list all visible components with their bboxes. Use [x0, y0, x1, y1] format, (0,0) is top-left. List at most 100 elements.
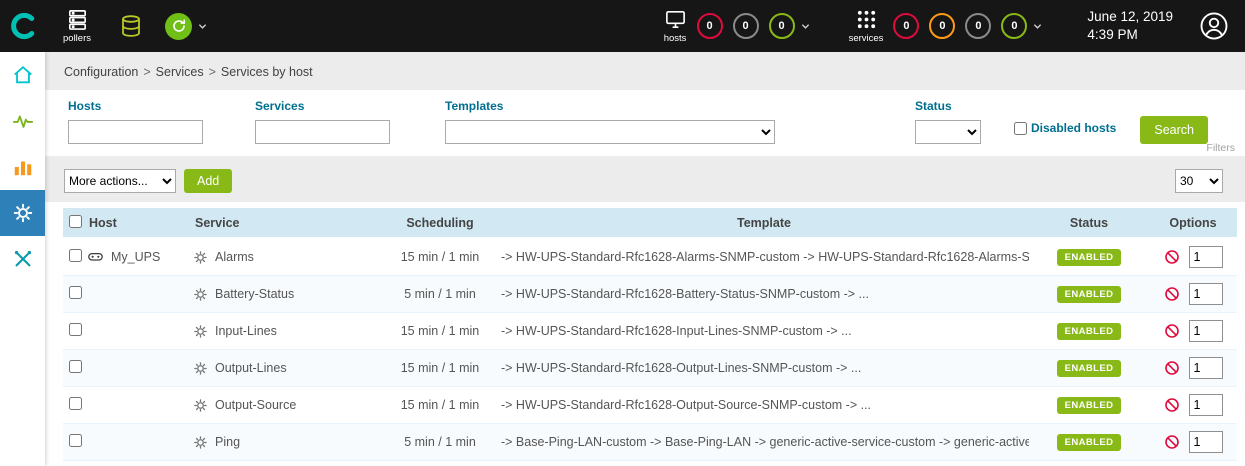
hosts-filter-input[interactable] — [68, 120, 203, 144]
scheduling-value: 15 min / 1 min — [381, 350, 499, 387]
pollers-menu[interactable]: pollers — [63, 8, 91, 44]
services-menu[interactable]: services — [849, 8, 884, 44]
header-template[interactable]: Template — [499, 208, 1029, 238]
hosts-chevron-down-icon[interactable] — [800, 21, 811, 32]
templates-filter-select[interactable] — [445, 120, 775, 144]
table-row: Output-Source 15 min / 1 min -> HW-UPS-S… — [63, 387, 1237, 424]
add-button[interactable]: Add — [184, 169, 232, 193]
row-checkbox[interactable] — [69, 249, 82, 262]
status-filter-select[interactable] — [915, 120, 981, 144]
hosts-unreachable-counter[interactable]: 0 — [733, 13, 759, 39]
template-chain: -> HW-UPS-Standard-Rfc1628-Output-Source… — [499, 387, 1029, 424]
disable-icon[interactable] — [1164, 286, 1180, 302]
hosts-unreachable-count: 0 — [743, 20, 749, 32]
gear-icon — [12, 202, 34, 224]
service-gear-icon — [193, 361, 208, 376]
table-header-row: Host Service Scheduling Template Status … — [63, 208, 1237, 238]
header-scheduling[interactable]: Scheduling — [381, 208, 499, 238]
search-button[interactable]: Search — [1140, 116, 1208, 144]
services-unknown-counter[interactable]: 0 — [965, 13, 991, 39]
disable-icon[interactable] — [1164, 397, 1180, 413]
disable-icon[interactable] — [1164, 434, 1180, 450]
disabled-hosts-checkbox[interactable] — [1014, 122, 1027, 135]
table-row: Battery-Status 5 min / 1 min -> HW-UPS-S… — [63, 276, 1237, 313]
header-options[interactable]: Options — [1149, 208, 1237, 238]
disabled-hosts-filter[interactable]: Disabled hosts — [1014, 99, 1116, 135]
duplicate-count-input[interactable] — [1189, 394, 1223, 416]
chevron-down-icon[interactable] — [197, 21, 208, 32]
user-avatar-icon[interactable] — [1199, 11, 1229, 41]
filter-panel: Hosts Services Templates Status Disabled… — [45, 90, 1245, 156]
status-badge: ENABLED — [1057, 286, 1122, 303]
service-gear-icon — [193, 250, 208, 265]
table-row: Input-Lines 15 min / 1 min -> HW-UPS-Sta… — [63, 313, 1237, 350]
top-bar: pollers hosts 0 0 0 services 0 0 0 0 Jun… — [0, 0, 1245, 52]
service-name[interactable]: Output-Source — [215, 398, 296, 412]
service-name[interactable]: Output-Lines — [215, 361, 287, 375]
services-filter-label: Services — [255, 99, 390, 113]
service-name[interactable]: Battery-Status — [215, 287, 294, 301]
duplicate-count-input[interactable] — [1189, 246, 1223, 268]
hosts-icon — [664, 8, 687, 31]
services-warning-counter[interactable]: 0 — [929, 13, 955, 39]
duplicate-count-input[interactable] — [1189, 431, 1223, 453]
platform-status-icon[interactable] — [165, 13, 192, 40]
service-name[interactable]: Input-Lines — [215, 324, 277, 338]
sidebar-item-monitoring[interactable] — [0, 98, 45, 144]
header-status[interactable]: Status — [1029, 208, 1149, 238]
header-service[interactable]: Service — [193, 208, 381, 238]
row-checkbox[interactable] — [69, 434, 82, 447]
services-filter-input[interactable] — [255, 120, 390, 144]
clock: June 12, 2019 4:39 PM — [1087, 8, 1173, 44]
select-all-checkbox[interactable] — [69, 215, 82, 228]
template-chain: -> HW-UPS-Standard-Rfc1628-Battery-Statu… — [499, 276, 1029, 313]
services-warning-count: 0 — [939, 20, 945, 32]
sidebar-item-administration[interactable] — [0, 236, 45, 282]
sidebar-item-home[interactable] — [0, 52, 45, 98]
sidebar-item-configuration[interactable] — [0, 190, 45, 236]
centreon-logo[interactable] — [0, 11, 45, 41]
services-chevron-down-icon[interactable] — [1032, 21, 1043, 32]
database-icon[interactable] — [119, 14, 143, 38]
header-host[interactable]: Host — [87, 208, 193, 238]
tools-icon — [12, 248, 34, 270]
home-icon — [12, 64, 34, 86]
breadcrumb-services-by-host[interactable]: Services by host — [221, 65, 313, 79]
services-table-container: Host Service Scheduling Template Status … — [45, 202, 1245, 466]
heartbeat-icon — [12, 110, 34, 132]
service-name[interactable]: Alarms — [215, 250, 254, 264]
more-actions-select[interactable]: More actions... — [64, 169, 176, 193]
sidebar-item-reporting[interactable] — [0, 144, 45, 190]
services-unknown-count: 0 — [975, 20, 981, 32]
row-checkbox[interactable] — [69, 323, 82, 336]
duplicate-count-input[interactable] — [1189, 357, 1223, 379]
scheduling-value: 15 min / 1 min — [381, 238, 499, 276]
pollers-icon — [66, 8, 89, 31]
disable-icon[interactable] — [1164, 323, 1180, 339]
current-date: June 12, 2019 — [1087, 8, 1173, 26]
row-checkbox[interactable] — [69, 397, 82, 410]
breadcrumb-services[interactable]: Services — [156, 65, 204, 79]
hosts-down-counter[interactable]: 0 — [697, 13, 723, 39]
disable-icon[interactable] — [1164, 360, 1180, 376]
row-checkbox[interactable] — [69, 360, 82, 373]
disable-icon[interactable] — [1164, 249, 1180, 265]
hosts-menu[interactable]: hosts — [664, 8, 687, 44]
duplicate-count-input[interactable] — [1189, 283, 1223, 305]
main-content: Configuration>Services>Services by host … — [45, 52, 1245, 466]
services-critical-counter[interactable]: 0 — [893, 13, 919, 39]
services-ok-counter[interactable]: 0 — [1001, 13, 1027, 39]
page-size-select[interactable]: 30 — [1175, 169, 1223, 193]
service-gear-icon — [193, 435, 208, 450]
services-ok-count: 0 — [1011, 20, 1017, 32]
hosts-up-counter[interactable]: 0 — [769, 13, 795, 39]
breadcrumb: Configuration>Services>Services by host — [45, 52, 1245, 90]
filters-link[interactable]: Filters — [1206, 142, 1235, 154]
host-name[interactable]: My_UPS — [111, 250, 160, 264]
hosts-status-group: hosts 0 0 0 — [664, 8, 811, 44]
breadcrumb-configuration[interactable]: Configuration — [64, 65, 138, 79]
pollers-label: pollers — [63, 33, 91, 44]
row-checkbox[interactable] — [69, 286, 82, 299]
service-name[interactable]: Ping — [215, 435, 240, 449]
duplicate-count-input[interactable] — [1189, 320, 1223, 342]
